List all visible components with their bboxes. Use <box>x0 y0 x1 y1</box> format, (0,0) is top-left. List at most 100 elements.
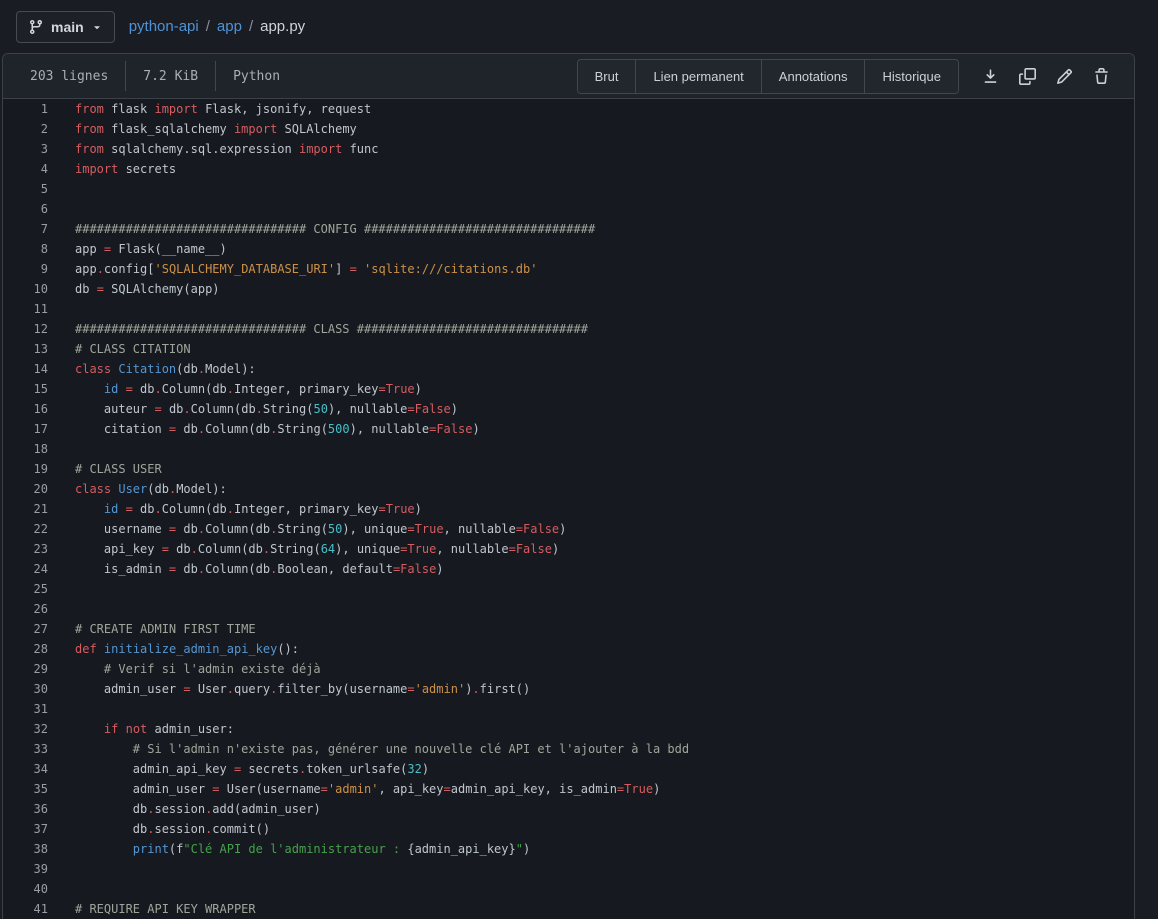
code-view: 1from flask import Flask, jsonify, reque… <box>3 99 1134 919</box>
line-number[interactable]: 41 <box>3 899 48 919</box>
file-actions: Brut Lien permanent Annotations Historiq… <box>577 59 1112 94</box>
line-number[interactable]: 32 <box>3 719 48 739</box>
code-line: 22 username = db.Column(db.String(50), u… <box>3 519 1134 539</box>
line-number[interactable]: 36 <box>3 799 48 819</box>
file-language: Python <box>216 69 297 84</box>
line-number[interactable]: 13 <box>3 339 48 359</box>
line-number[interactable]: 40 <box>3 879 48 899</box>
line-number[interactable]: 23 <box>3 539 48 559</box>
annotations-button[interactable]: Annotations <box>761 60 865 93</box>
code-line: 24 is_admin = db.Column(db.Boolean, defa… <box>3 559 1134 579</box>
code-text: print(f"Clé API de l'administrateur : {a… <box>48 839 530 859</box>
breadcrumb-folder-link[interactable]: app <box>217 18 242 35</box>
line-number[interactable]: 8 <box>3 239 48 259</box>
code-line: 3from sqlalchemy.sql.expression import f… <box>3 139 1134 159</box>
line-number[interactable]: 20 <box>3 479 48 499</box>
code-text <box>48 879 75 899</box>
code-text: from flask import Flask, jsonify, reques… <box>48 99 371 119</box>
code-line: 38 print(f"Clé API de l'administrateur :… <box>3 839 1134 859</box>
line-number[interactable]: 17 <box>3 419 48 439</box>
code-line: 19# CLASS USER <box>3 459 1134 479</box>
code-text <box>48 579 75 599</box>
code-line: 1from flask import Flask, jsonify, reque… <box>3 99 1134 119</box>
line-number[interactable]: 34 <box>3 759 48 779</box>
code-line: 27# CREATE ADMIN FIRST TIME <box>3 619 1134 639</box>
line-number[interactable]: 21 <box>3 499 48 519</box>
line-number[interactable]: 35 <box>3 779 48 799</box>
line-number[interactable]: 25 <box>3 579 48 599</box>
line-number[interactable]: 19 <box>3 459 48 479</box>
code-line: 2from flask_sqlalchemy import SQLAlchemy <box>3 119 1134 139</box>
code-text <box>48 859 75 879</box>
line-number[interactable]: 3 <box>3 139 48 159</box>
code-text: db.session.commit() <box>48 819 270 839</box>
copy-icon[interactable] <box>1016 65 1038 87</box>
file-info: 203 lignes 7.2 KiB Python <box>13 54 297 98</box>
line-number[interactable]: 27 <box>3 619 48 639</box>
line-number[interactable]: 28 <box>3 639 48 659</box>
line-number[interactable]: 9 <box>3 259 48 279</box>
code-text: from sqlalchemy.sql.expression import fu… <box>48 139 378 159</box>
code-line: 32 if not admin_user: <box>3 719 1134 739</box>
view-mode-button-group: Brut Lien permanent Annotations Historiq… <box>577 59 959 94</box>
code-text: # CLASS CITATION <box>48 339 191 359</box>
branch-selector-button[interactable]: main <box>16 11 115 43</box>
code-text: from flask_sqlalchemy import SQLAlchemy <box>48 119 357 139</box>
line-number[interactable]: 31 <box>3 699 48 719</box>
code-text: username = db.Column(db.String(50), uniq… <box>48 519 566 539</box>
line-number[interactable]: 26 <box>3 599 48 619</box>
code-line: 18 <box>3 439 1134 459</box>
edit-icon[interactable] <box>1053 65 1075 87</box>
history-button[interactable]: Historique <box>864 60 958 93</box>
line-number[interactable]: 1 <box>3 99 48 119</box>
line-number[interactable]: 11 <box>3 299 48 319</box>
line-number[interactable]: 22 <box>3 519 48 539</box>
code-text: citation = db.Column(db.String(500), nul… <box>48 419 480 439</box>
line-number[interactable]: 10 <box>3 279 48 299</box>
line-number[interactable]: 29 <box>3 659 48 679</box>
code-text <box>48 439 75 459</box>
line-number[interactable]: 6 <box>3 199 48 219</box>
code-line: 14class Citation(db.Model): <box>3 359 1134 379</box>
line-number[interactable]: 12 <box>3 319 48 339</box>
breadcrumb-repo-link[interactable]: python-api <box>129 18 199 35</box>
code-text: import secrets <box>48 159 176 179</box>
code-text: # CLASS USER <box>48 459 162 479</box>
line-number[interactable]: 4 <box>3 159 48 179</box>
line-number[interactable]: 39 <box>3 859 48 879</box>
line-number[interactable]: 33 <box>3 739 48 759</box>
line-number[interactable]: 37 <box>3 819 48 839</box>
code-line: 12################################ CLASS… <box>3 319 1134 339</box>
line-number[interactable]: 15 <box>3 379 48 399</box>
line-number[interactable]: 16 <box>3 399 48 419</box>
line-number[interactable]: 7 <box>3 219 48 239</box>
code-text: admin_user = User.query.filter_by(userna… <box>48 679 530 699</box>
code-line: 34 admin_api_key = secrets.token_urlsafe… <box>3 759 1134 779</box>
code-text <box>48 599 75 619</box>
permalink-button[interactable]: Lien permanent <box>635 60 760 93</box>
chevron-down-icon <box>91 21 103 33</box>
breadcrumb-separator: / <box>206 18 210 35</box>
code-text: db = SQLAlchemy(app) <box>48 279 220 299</box>
git-branch-icon <box>28 19 44 35</box>
line-number[interactable]: 38 <box>3 839 48 859</box>
line-number[interactable]: 18 <box>3 439 48 459</box>
line-number[interactable]: 30 <box>3 679 48 699</box>
code-text: is_admin = db.Column(db.Boolean, default… <box>48 559 444 579</box>
line-number[interactable]: 14 <box>3 359 48 379</box>
delete-icon[interactable] <box>1090 65 1112 87</box>
file-line-count: 203 lignes <box>13 69 125 84</box>
code-text: # CREATE ADMIN FIRST TIME <box>48 619 256 639</box>
code-line: 9app.config['SQLALCHEMY_DATABASE_URI'] =… <box>3 259 1134 279</box>
file-icon-actions <box>979 65 1112 87</box>
line-number[interactable]: 2 <box>3 119 48 139</box>
line-number[interactable]: 24 <box>3 559 48 579</box>
code-line: 37 db.session.commit() <box>3 819 1134 839</box>
code-line: 16 auteur = db.Column(db.String(50), nul… <box>3 399 1134 419</box>
download-icon[interactable] <box>979 65 1001 87</box>
code-line: 21 id = db.Column(db.Integer, primary_ke… <box>3 499 1134 519</box>
line-number[interactable]: 5 <box>3 179 48 199</box>
code-line: 17 citation = db.Column(db.String(500), … <box>3 419 1134 439</box>
raw-button[interactable]: Brut <box>578 60 636 93</box>
file-size: 7.2 KiB <box>126 69 215 84</box>
